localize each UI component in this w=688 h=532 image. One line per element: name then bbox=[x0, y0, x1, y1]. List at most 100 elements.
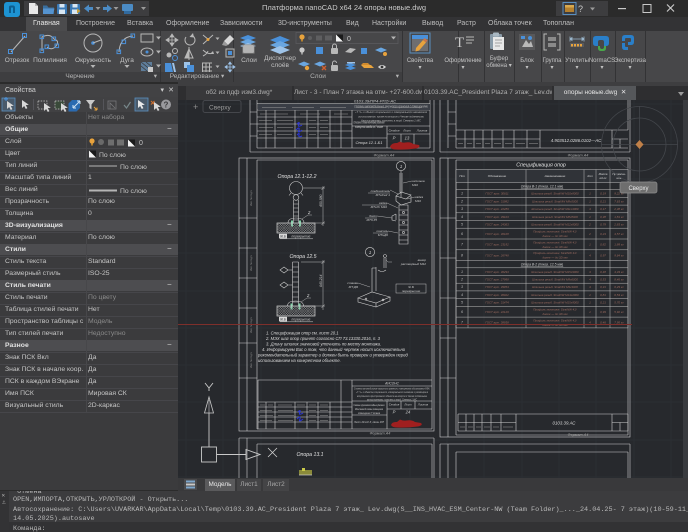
svg-text:Опора 12.5: Опора 12.5 bbox=[289, 254, 316, 260]
svg-text:6,29 кг: 6,29 кг bbox=[614, 285, 624, 289]
svg-text:Диспетчер: Диспетчер bbox=[264, 55, 296, 62]
svg-text:0,21: 0,21 bbox=[600, 301, 606, 305]
svg-text:4: 4 bbox=[461, 215, 463, 219]
svg-text:Кол: Кол bbox=[587, 174, 592, 178]
svg-text:Р: Р bbox=[393, 410, 396, 415]
svg-text:Формат А4: Формат А4 bbox=[370, 432, 391, 436]
svg-text:Опора В-2 (показ. 12.5 мм): Опора В-2 (показ. 12.5 мм) bbox=[521, 262, 563, 266]
svg-text:0,21: 0,21 bbox=[600, 199, 606, 203]
svg-text:Профиль монтажн. StratNW 41/: Профиль монтажн. StratNW 41/ bbox=[533, 308, 578, 312]
svg-text:Стадия: Стадия bbox=[389, 129, 400, 133]
svg-text:Шпилька резьб. StratNW М9х3000: Шпилька резьб. StratNW М9х3000 bbox=[532, 285, 578, 289]
svg-text:помещения 7 этажа: помещения 7 этажа bbox=[358, 411, 380, 415]
svg-text:Инв. № подл.: Инв. № подл. bbox=[249, 255, 253, 271]
svg-text:ГОСТ арт. 30611: ГОСТ арт. 30611 bbox=[485, 192, 509, 196]
svg-text:далее — до 3D мм: далее — до 3D мм bbox=[543, 234, 568, 238]
svg-text:«Т. Ч» и объекты социального,: «Т. Ч» и объекты социального, коммунальн… bbox=[356, 390, 429, 394]
svg-text:8: 8 bbox=[461, 253, 463, 257]
svg-text:2,83 кг: 2,83 кг bbox=[613, 223, 624, 227]
svg-text:встроенного-пристроенного объе: встроенного-пристроенного объекта на вто… bbox=[357, 394, 427, 398]
svg-text:4. Информируем Вас о том, что: 4. Информируем Вас о том, что данный чер… bbox=[262, 347, 406, 352]
svg-text:?: ? bbox=[578, 4, 583, 14]
svg-text:6: 6 bbox=[461, 232, 463, 236]
svg-text:«Т. Ч» и объект социального и: «Т. Ч» и объект социального и коммунальн… bbox=[355, 110, 428, 114]
svg-text:0,97: 0,97 bbox=[600, 253, 606, 257]
svg-text:Стоянки-автомобильные закрытог: Стоянки-автомобильные закрытого хранения… bbox=[354, 387, 430, 391]
svg-text:Листов: Листов bbox=[416, 129, 428, 133]
svg-text:перекрытие: перекрытие bbox=[402, 289, 421, 293]
svg-text:Р: Р bbox=[393, 136, 396, 141]
svg-text:Шпилька резьб. StratNW М10х800: Шпилька резьб. StratNW М10х8000 bbox=[531, 192, 579, 196]
svg-text:ГОСТ арт. 39103: ГОСТ арт. 39103 bbox=[485, 215, 509, 219]
svg-text:Профиль монтажн. StratNW 41/: Профиль монтажн. StratNW 41/ bbox=[533, 251, 578, 255]
svg-text:4,57 кг: 4,57 кг bbox=[614, 232, 624, 236]
svg-text:ГОСТ арт. 22129: ГОСТ арт. 22129 bbox=[485, 310, 509, 314]
svg-text:4,33 кг: 4,33 кг bbox=[614, 270, 624, 274]
svg-text:0,31: 0,31 bbox=[600, 285, 606, 289]
svg-text:4: 4 bbox=[589, 207, 591, 211]
svg-text:ГОСТ арт. 23192: ГОСТ арт. 23192 bbox=[485, 243, 509, 247]
svg-text:Профиль монтажн. StratNW 41/: Профиль монтажн. StratNW 41/ bbox=[533, 230, 578, 234]
svg-text:слоёв: слоёв bbox=[271, 62, 289, 69]
svg-text:5: 5 bbox=[461, 301, 463, 305]
svg-text:далее — до 3D мм: далее — до 3D мм bbox=[543, 256, 568, 260]
svg-text:Формат А4: Формат А4 bbox=[568, 154, 589, 158]
svg-text:0,81: 0,81 bbox=[600, 293, 606, 297]
svg-text:3: 3 bbox=[461, 285, 463, 289]
svg-text:2: 2 bbox=[588, 232, 591, 236]
svg-text:Инв. № подл.: Инв. № подл. bbox=[249, 352, 253, 368]
svg-text:4: 4 bbox=[461, 293, 463, 297]
svg-text:640-214: 640-214 bbox=[319, 274, 323, 287]
svg-text:1: 1 bbox=[589, 243, 591, 247]
svg-text:4: 4 bbox=[589, 253, 591, 257]
svg-text:+: + bbox=[193, 102, 198, 112]
svg-text:8,46 кг: 8,46 кг bbox=[614, 278, 624, 282]
svg-text:Шпилька резьб. StratNW М14х200: Шпилька резьб. StratNW М14х2000 bbox=[531, 293, 579, 297]
svg-text:ГОСТ арт. 30108: ГОСТ арт. 30108 bbox=[485, 232, 509, 236]
svg-text:5,92 кг: 5,92 кг bbox=[614, 310, 624, 314]
svg-text:использование, кроме на втором: использование, кроме на втором и Чекове … bbox=[358, 114, 425, 118]
svg-text:7: 7 bbox=[461, 243, 463, 247]
svg-text:2: 2 bbox=[460, 199, 463, 203]
svg-text:2: 2 bbox=[306, 293, 310, 298]
svg-text:0,48: 0,48 bbox=[600, 270, 606, 274]
svg-text:T: T bbox=[455, 35, 464, 51]
svg-text:1: 1 bbox=[369, 250, 371, 255]
svg-text:24: 24 bbox=[405, 410, 411, 415]
svg-text:3: 3 bbox=[589, 270, 591, 274]
svg-text:1: 1 bbox=[461, 270, 463, 274]
svg-text:0,53: 0,53 bbox=[600, 278, 606, 282]
svg-text:2. МЭХ шаг опор принят соглас: 2. МЭХ шаг опор принят согласно СП 73.13… bbox=[265, 336, 381, 341]
svg-text:Отрезок: Отрезок bbox=[5, 57, 30, 64]
svg-text:ГОСТ арт. 22289: ГОСТ арт. 22289 bbox=[485, 207, 509, 211]
svg-text:6,53 кг: 6,53 кг bbox=[614, 293, 624, 297]
svg-text:Лист 20.1/2.Х, Неон 1б7: Лист 20.1/2.Х, Неон 1б7 bbox=[353, 420, 384, 424]
svg-text:Обозначение: Обозначение bbox=[488, 174, 507, 178]
svg-text:5: 5 bbox=[461, 223, 463, 227]
svg-text:Формат А4: Формат А4 bbox=[568, 433, 589, 437]
svg-text:4.903512.0286.0102—АС: 4.903512.0286.0102—АС bbox=[551, 138, 602, 143]
svg-text:Формат А4: Формат А4 bbox=[374, 154, 395, 158]
svg-text:1: 1 bbox=[589, 310, 591, 314]
svg-text:ГОСТ арт. 31982: ГОСТ арт. 31982 bbox=[485, 199, 509, 203]
svg-text:Шпилька резьб. StratNW М8х8000: Шпилька резьб. StratNW М8х8000 bbox=[532, 215, 578, 219]
svg-text:1,89 кг: 1,89 кг bbox=[614, 243, 624, 247]
svg-text:2: 2 bbox=[588, 223, 591, 227]
svg-text:Опора В-1 (показ. 12.1 мм): Опора В-1 (показ. 12.1 мм) bbox=[521, 184, 563, 188]
svg-text:3. Длину шпилек значковой уто: 3. Длину шпилек значковой уточнить по ме… bbox=[266, 342, 381, 347]
svg-text:Окружность: Окружность bbox=[75, 57, 112, 64]
svg-text:Поз: Поз bbox=[459, 174, 465, 178]
svg-text:Шпилька резьб. StratNW М15х900: Шпилька резьб. StratNW М15х9000 bbox=[531, 301, 579, 305]
svg-text:Сверху: Сверху bbox=[209, 105, 231, 112]
svg-text:7,63 кг: 7,63 кг bbox=[614, 199, 624, 203]
svg-text:Инв. № подл.: Инв. № подл. bbox=[249, 190, 253, 206]
svg-text:Дуга: Дуга bbox=[120, 57, 134, 64]
svg-text:МТнСе2 1: МТнСе2 1 bbox=[376, 193, 391, 197]
svg-text:0,19: 0,19 bbox=[600, 192, 606, 196]
svg-text:перекрытие: перекрытие bbox=[292, 235, 311, 239]
svg-text:0: 0 bbox=[347, 36, 351, 43]
svg-text:6: 6 bbox=[461, 310, 463, 314]
svg-text:3: 3 bbox=[461, 207, 463, 211]
svg-text:АИСОНС: АИСОНС bbox=[384, 382, 399, 386]
svg-text:МТб.35: МТб.35 bbox=[366, 218, 377, 222]
